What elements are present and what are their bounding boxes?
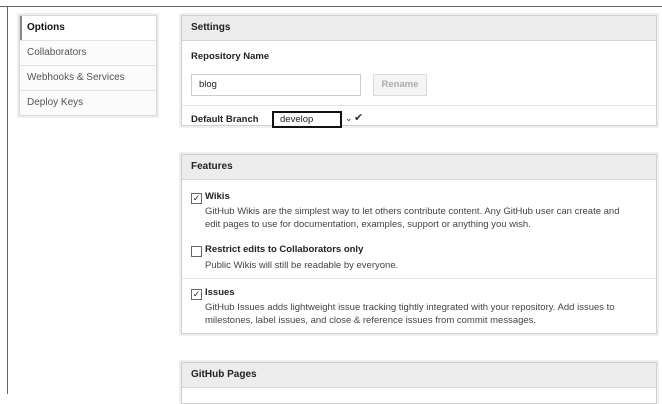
wikis-description: GitHub Wikis are the simplest way to let… bbox=[205, 206, 620, 230]
restrict-edits-label: Restrict edits to Collaborators only bbox=[205, 244, 364, 255]
divider bbox=[182, 105, 656, 106]
wikis-checkbox[interactable]: ✓ bbox=[191, 193, 202, 204]
window-border-top bbox=[0, 6, 662, 7]
divider bbox=[182, 278, 656, 279]
settings-sidebar: Options Collaborators Webhooks & Service… bbox=[19, 15, 157, 116]
repo-name-input[interactable]: blog bbox=[191, 74, 361, 96]
sidebar-item-label: Webhooks & Services bbox=[27, 72, 125, 83]
wikis-label: Wikis bbox=[205, 191, 230, 202]
default-branch-select[interactable]: develop bbox=[272, 111, 342, 128]
restrict-edits-checkbox[interactable] bbox=[191, 246, 202, 257]
sidebar-item-label: Deploy Keys bbox=[27, 97, 84, 108]
github-pages-panel: GitHub Pages bbox=[181, 362, 657, 404]
sidebar-item-collaborators[interactable]: Collaborators bbox=[20, 40, 156, 65]
settings-panel: Settings Repository Name blog Rename Def… bbox=[181, 15, 657, 128]
restrict-edits-description: Public Wikis will still be readable by e… bbox=[205, 260, 399, 271]
sidebar-item-options[interactable]: Options bbox=[20, 16, 156, 40]
window-border-left bbox=[7, 6, 8, 394]
issues-description: GitHub Issues adds lightweight issue tra… bbox=[205, 302, 615, 326]
sidebar-item-label: Collaborators bbox=[27, 47, 87, 58]
sidebar-item-label: Options bbox=[27, 22, 65, 33]
issues-checkbox[interactable]: ✓ bbox=[191, 289, 202, 300]
issues-label: Issues bbox=[205, 287, 235, 298]
features-panel: Features ✓ Wikis GitHub Wikis are the si… bbox=[181, 154, 657, 334]
repo-name-label: Repository Name bbox=[191, 51, 270, 62]
sidebar-item-deploy-keys[interactable]: Deploy Keys bbox=[20, 90, 156, 115]
default-branch-label: Default Branch bbox=[191, 114, 259, 125]
settings-title: Settings bbox=[182, 16, 656, 41]
rename-button[interactable]: Rename bbox=[373, 74, 427, 96]
chevron-down-icon[interactable]: ⌄ bbox=[345, 113, 353, 124]
sidebar-item-webhooks[interactable]: Webhooks & Services bbox=[20, 65, 156, 90]
check-icon: ✔ bbox=[354, 112, 364, 124]
features-title: Features bbox=[182, 155, 656, 180]
github-pages-title: GitHub Pages bbox=[182, 363, 656, 388]
